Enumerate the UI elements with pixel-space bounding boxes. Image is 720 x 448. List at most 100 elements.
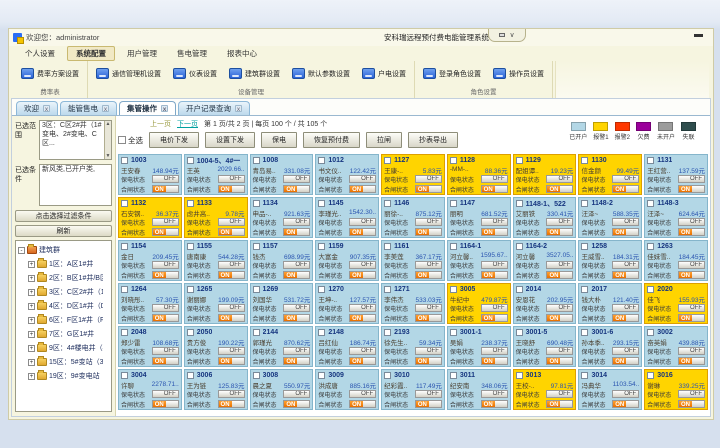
hezha-toggle[interactable]: ON	[349, 357, 376, 365]
hezha-toggle[interactable]: ON	[218, 357, 245, 365]
baodian-toggle[interactable]: OFF	[415, 390, 442, 398]
expand-node-icon[interactable]: +	[28, 331, 35, 338]
baodian-toggle[interactable]: OFF	[415, 175, 442, 183]
baodian-toggle[interactable]: OFF	[678, 175, 705, 183]
tab-2[interactable]: 集管操作x	[119, 101, 176, 115]
baodian-toggle[interactable]: OFF	[481, 218, 508, 226]
collapse-node-icon[interactable]: -	[18, 247, 25, 254]
tab-close-icon[interactable]: x	[235, 105, 242, 112]
tree-item-6[interactable]: +9区：4#楼电井（4#楼...	[18, 341, 103, 355]
menu-item-1[interactable]: 系统配置	[67, 46, 115, 61]
baodian-toggle[interactable]: OFF	[349, 390, 376, 398]
hezha-toggle[interactable]: ON	[349, 271, 376, 279]
hezha-toggle[interactable]: ON	[612, 271, 639, 279]
card-checkbox[interactable]	[318, 329, 325, 336]
baodian-toggle[interactable]: OFF	[415, 261, 442, 269]
hezha-toggle[interactable]: ON	[415, 357, 442, 365]
ribbon-button[interactable]: 建筑群设置	[227, 67, 282, 80]
hezha-toggle[interactable]: ON	[481, 314, 508, 322]
scroll-down-icon[interactable]: ▼	[106, 153, 111, 159]
hezha-toggle[interactable]: ON	[678, 314, 705, 322]
hezha-toggle[interactable]: ON	[678, 228, 705, 236]
baodian-toggle[interactable]: OFF	[152, 175, 179, 183]
baodian-toggle[interactable]: OFF	[152, 304, 179, 312]
prev-page-link[interactable]: 上一页	[150, 119, 171, 129]
card-checkbox[interactable]	[581, 329, 588, 336]
card-checkbox[interactable]	[384, 286, 391, 293]
ribbon-button[interactable]: 默认参数设置	[290, 67, 352, 80]
hezha-toggle[interactable]: ON	[283, 185, 310, 193]
menu-item-0[interactable]: 个人设置	[17, 47, 63, 60]
card-checkbox[interactable]	[187, 157, 194, 164]
ribbon-button[interactable]: 户电设置	[360, 67, 408, 80]
baodian-toggle[interactable]: OFF	[678, 347, 705, 355]
menu-item-3[interactable]: 售电管理	[169, 47, 215, 60]
hezha-toggle[interactable]: ON	[283, 400, 310, 408]
ribbon-controls[interactable]: ∨	[488, 29, 526, 42]
card-checkbox[interactable]	[253, 286, 260, 293]
hezha-toggle[interactable]: ON	[415, 400, 442, 408]
card-checkbox[interactable]	[647, 243, 654, 250]
next-page-link[interactable]: 下一页	[177, 119, 198, 129]
hezha-toggle[interactable]: ON	[349, 400, 376, 408]
card-checkbox[interactable]	[516, 157, 523, 164]
card-checkbox[interactable]	[516, 286, 523, 293]
baodian-toggle[interactable]: OFF	[218, 218, 245, 226]
baodian-toggle[interactable]: OFF	[546, 347, 573, 355]
card-checkbox[interactable]	[121, 329, 128, 336]
expand-node-icon[interactable]: +	[28, 345, 35, 352]
baodian-toggle[interactable]: OFF	[152, 347, 179, 355]
baodian-toggle[interactable]: OFF	[612, 218, 639, 226]
expand-node-icon[interactable]: +	[28, 303, 35, 310]
card-checkbox[interactable]	[187, 286, 194, 293]
baodian-toggle[interactable]: OFF	[678, 390, 705, 398]
expand-node-icon[interactable]: +	[28, 275, 35, 282]
card-checkbox[interactable]	[516, 372, 523, 379]
baodian-toggle[interactable]: OFF	[481, 175, 508, 183]
card-checkbox[interactable]	[121, 372, 128, 379]
baodian-toggle[interactable]: OFF	[283, 175, 310, 183]
tab-0[interactable]: 欢迎x	[16, 101, 58, 115]
selected-range-listbox[interactable]: 3区：C区2#井（1#变电、2#变电、C区... ▲ ▼	[39, 120, 112, 160]
card-checkbox[interactable]	[516, 243, 523, 250]
expand-node-icon[interactable]: +	[28, 317, 35, 324]
hezha-toggle[interactable]: ON	[152, 185, 179, 193]
minimize-button[interactable]	[694, 34, 703, 37]
ribbon-button[interactable]: 通信管理机设置	[94, 67, 163, 80]
hezha-toggle[interactable]: ON	[481, 357, 508, 365]
baodian-toggle[interactable]: OFF	[612, 175, 639, 183]
hezha-toggle[interactable]: ON	[415, 185, 442, 193]
tab-close-icon[interactable]: x	[102, 105, 109, 112]
menu-item-2[interactable]: 用户管理	[119, 47, 165, 60]
card-checkbox[interactable]	[384, 157, 391, 164]
tree-item-4[interactable]: +6区：F区1#井（F区1#...	[18, 313, 103, 327]
baodian-toggle[interactable]: OFF	[678, 304, 705, 312]
card-checkbox[interactable]	[647, 286, 654, 293]
hezha-toggle[interactable]: ON	[152, 228, 179, 236]
hezha-toggle[interactable]: ON	[546, 400, 573, 408]
hezha-toggle[interactable]: ON	[152, 357, 179, 365]
hezha-toggle[interactable]: ON	[481, 228, 508, 236]
card-checkbox[interactable]	[450, 157, 457, 164]
tree-root[interactable]: -建筑群	[18, 243, 103, 257]
select-all[interactable]: 全选	[118, 135, 143, 146]
hezha-toggle[interactable]: ON	[218, 314, 245, 322]
card-checkbox[interactable]	[384, 329, 391, 336]
card-checkbox[interactable]	[647, 157, 654, 164]
hezha-toggle[interactable]: ON	[612, 185, 639, 193]
baodian-toggle[interactable]: OFF	[415, 347, 442, 355]
expand-node-icon[interactable]: +	[28, 289, 35, 296]
selected-condition-listbox[interactable]: 新风类,已开户类,	[39, 164, 112, 206]
toolbar-button-4[interactable]: 拉闸	[366, 132, 402, 148]
card-checkbox[interactable]	[581, 243, 588, 250]
card-checkbox[interactable]	[450, 243, 457, 250]
baodian-toggle[interactable]: OFF	[349, 218, 376, 226]
hezha-toggle[interactable]: ON	[283, 357, 310, 365]
baodian-toggle[interactable]: OFF	[546, 218, 573, 226]
expand-node-icon[interactable]: +	[28, 261, 35, 268]
hezha-toggle[interactable]: ON	[678, 271, 705, 279]
card-checkbox[interactable]	[187, 200, 194, 207]
card-checkbox[interactable]	[121, 243, 128, 250]
card-checkbox[interactable]	[450, 372, 457, 379]
tab-3[interactable]: 开户记录查询x	[178, 101, 250, 115]
